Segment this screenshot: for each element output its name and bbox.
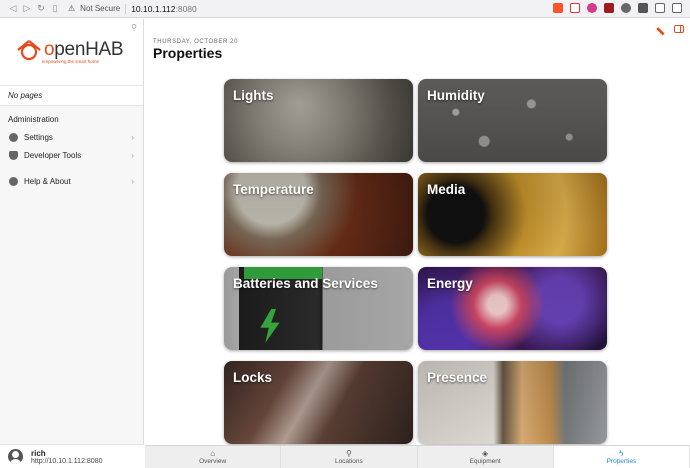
bolt-graphic xyxy=(260,309,280,343)
reload-icon[interactable]: ↻ xyxy=(34,3,48,14)
user-server-url: http://10.10.1.112:8080 xyxy=(31,457,103,465)
wallet-icon[interactable] xyxy=(672,3,682,13)
gear-icon xyxy=(9,132,18,142)
forward-icon[interactable]: ▷ xyxy=(20,3,34,14)
tab-equipment[interactable]: ◈ Equipment xyxy=(418,446,554,468)
section-title-administration: Administration xyxy=(8,115,59,124)
back-icon[interactable]: ◁ xyxy=(6,3,20,14)
brave-shield-icon[interactable] xyxy=(553,3,563,13)
warning-icon: ⚠ xyxy=(68,4,76,13)
bottom-tab-bar: ⌂ Overview ⚲ Locations ◈ Equipment ϟ Pro… xyxy=(145,445,690,468)
triangle-extension-icon[interactable] xyxy=(570,3,580,13)
no-pages-text: No pages xyxy=(0,86,143,106)
browser-toolbar: ◁ ▷ ↻ ▯ ⚠ Not Secure 10.10.1.112:8080 xyxy=(0,0,690,18)
url-host: 10.10.1.112:8080 xyxy=(131,3,197,14)
home-icon: ⌂ xyxy=(210,449,216,458)
address-bar[interactable]: ⚠ Not Secure 10.10.1.112:8080 xyxy=(68,3,197,14)
logo-tagline: empowering the smart home xyxy=(42,59,100,64)
card-label: Energy xyxy=(427,276,473,291)
chevron-right-icon: › xyxy=(131,150,134,160)
tab-label: Properties xyxy=(606,458,637,465)
sidebar: ⚲ openHAB empowering the smart home No p… xyxy=(0,19,144,468)
pin-icon[interactable]: ⚲ xyxy=(131,23,137,32)
card-label: Temperature xyxy=(233,182,314,197)
card-locks[interactable]: Locks xyxy=(224,361,413,444)
extension-icon[interactable] xyxy=(587,3,597,13)
tab-label: Locations xyxy=(334,458,363,465)
ublock-icon[interactable] xyxy=(604,3,614,13)
sidebar-toggle-icon[interactable] xyxy=(655,3,665,13)
bookmark-icon[interactable]: ▯ xyxy=(48,3,62,14)
card-label: Media xyxy=(427,182,466,197)
sidebar-item-developer-tools[interactable]: Developer Tools › xyxy=(0,146,143,164)
card-energy[interactable]: Energy xyxy=(418,267,607,350)
edit-icon[interactable]: ▬ xyxy=(655,23,668,36)
card-lights[interactable]: Lights xyxy=(224,79,413,162)
tab-label: Overview xyxy=(199,458,227,465)
cube-icon: ◈ xyxy=(482,449,489,458)
tab-overview[interactable]: ⌂ Overview xyxy=(145,446,282,468)
shield-icon xyxy=(9,150,18,160)
sidebar-item-label: Settings xyxy=(24,132,53,142)
sidebar-item-label: Help & About xyxy=(24,176,71,186)
sidebar-item-help-about[interactable]: Help & About › xyxy=(0,172,143,190)
chevron-right-icon: › xyxy=(131,132,134,142)
logo-text: openHAB xyxy=(44,39,124,60)
card-label: Presence xyxy=(427,370,488,385)
card-batteries-and-services[interactable]: Batteries and Services xyxy=(224,267,413,350)
user-profile[interactable]: rich http://10.10.1.112:8080 xyxy=(0,444,144,468)
location-pin-icon: ⚲ xyxy=(345,449,352,458)
security-status: Not Secure xyxy=(80,4,121,13)
page-title: Properties xyxy=(153,45,223,61)
panel-toggle-icon[interactable] xyxy=(674,25,684,33)
puzzle-icon[interactable] xyxy=(638,3,648,13)
sidebar-item-label: Developer Tools xyxy=(24,150,82,160)
tab-properties[interactable]: ϟ Properties xyxy=(553,446,690,468)
house-logo-icon xyxy=(17,40,41,61)
bolt-icon: ϟ xyxy=(619,449,624,458)
extension-icons xyxy=(553,3,682,13)
tab-locations[interactable]: ⚲ Locations xyxy=(281,446,418,468)
card-label: Batteries and Services xyxy=(233,276,378,291)
logo-area: ⚲ openHAB empowering the smart home xyxy=(0,19,143,86)
tab-label: Equipment xyxy=(469,458,501,465)
card-presence[interactable]: Presence xyxy=(418,361,607,444)
user-name: rich xyxy=(31,448,46,458)
card-label: Locks xyxy=(233,370,273,385)
chevron-right-icon: › xyxy=(131,176,134,186)
card-media[interactable]: Media xyxy=(418,173,607,256)
question-icon xyxy=(9,176,18,186)
card-label: Lights xyxy=(233,88,274,103)
extension-icon[interactable] xyxy=(621,3,631,13)
card-humidity[interactable]: Humidity xyxy=(418,79,607,162)
avatar xyxy=(8,449,23,464)
openhab-logo[interactable]: openHAB xyxy=(16,39,124,61)
card-temperature[interactable]: Temperature xyxy=(224,173,413,256)
card-label: Humidity xyxy=(427,88,485,103)
main-content: THURSDAY, OCTOBER 20 Properties ▬ Lights… xyxy=(145,19,690,445)
url-divider xyxy=(125,3,127,14)
page-actions: ▬ xyxy=(655,23,684,37)
sidebar-item-settings[interactable]: Settings › xyxy=(0,128,143,146)
